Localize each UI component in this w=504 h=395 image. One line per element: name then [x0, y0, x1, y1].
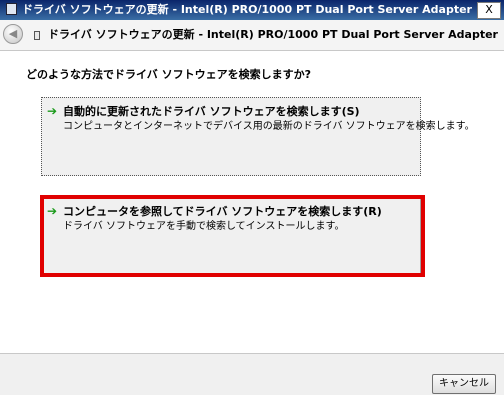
wizard-content: どのような方法でドライバ ソフトウェアを検索しますか? ➔ 自動的に更新されたド…	[0, 51, 504, 354]
device-icon	[34, 31, 40, 40]
back-arrow-icon[interactable]: ◀	[3, 24, 23, 44]
question-heading: どのような方法でドライバ ソフトウェアを検索しますか?	[26, 68, 311, 81]
option-description: コンピュータとインターネットでデバイス用の最新のドライバ ソフトウェアを検索しま…	[63, 121, 475, 132]
dialog-footer: キャンセル	[0, 354, 504, 395]
window-title: ドライバ ソフトウェアの更新 - Intel(R) PRO/1000 PT Du…	[22, 3, 472, 16]
option-description: ドライバ ソフトウェアを手動で検索してインストールします。	[63, 221, 345, 232]
option-search-automatically[interactable]: ➔ 自動的に更新されたドライバ ソフトウェアを検索します(S) コンピュータとイ…	[41, 97, 475, 176]
green-arrow-icon: ➔	[47, 204, 58, 218]
cancel-button[interactable]: キャンセル	[432, 374, 496, 394]
window-icon	[6, 3, 17, 15]
green-arrow-icon: ➔	[47, 104, 58, 118]
window-titlebar: ドライバ ソフトウェアの更新 - Intel(R) PRO/1000 PT Du…	[0, 0, 504, 20]
dialog-header: ◀ ドライバ ソフトウェアの更新 - Intel(R) PRO/1000 PT …	[0, 20, 504, 51]
dialog-title: ドライバ ソフトウェアの更新 - Intel(R) PRO/1000 PT Du…	[48, 28, 498, 41]
close-button[interactable]: X	[477, 2, 501, 19]
option-browse-computer[interactable]: ➔ コンピュータを参照してドライバ ソフトウェアを検索します(R) ドライバ ソ…	[41, 197, 421, 276]
